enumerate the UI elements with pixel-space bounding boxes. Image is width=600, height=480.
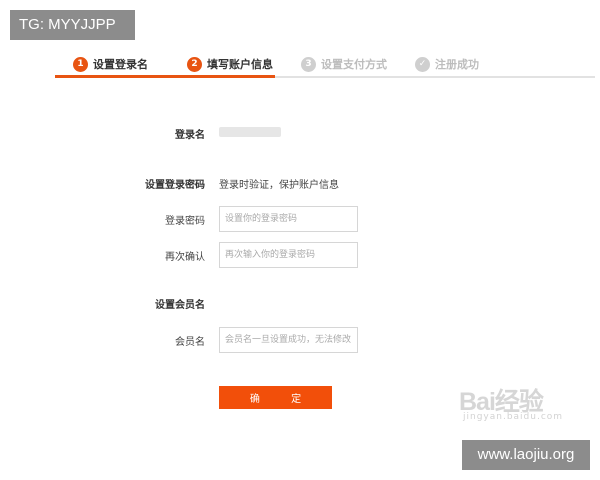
step-number-2: 2 [187, 56, 202, 72]
member-section-label: 设置会员名 [155, 300, 205, 311]
baidu-watermark: Bai经验 jingyan.baidu.com [457, 378, 567, 428]
step-number-1: 1 [73, 56, 88, 72]
member-name-input[interactable]: 会员名一旦设置成功，无法修改 [219, 327, 358, 353]
login-name-value-masked [219, 127, 281, 137]
registration-steps: 1 设置登录名 2 填写账户信息 3 设置支付方式 ✓ 注册成功 [55, 49, 595, 79]
member-name-label: 会员名 [175, 337, 205, 348]
confirm-password-input[interactable]: 再次输入你的登录密码 [219, 242, 358, 268]
password-label: 登录密码 [165, 216, 205, 227]
step-register-success: ✓ 注册成功 [415, 52, 479, 76]
baidu-watermark-url: jingyan.baidu.com [463, 412, 564, 422]
step-label: 设置支付方式 [321, 58, 387, 71]
password-section-hint: 登录时验证，保护账户信息 [219, 180, 339, 191]
site-watermark-badge: www.laojiu.org [462, 440, 590, 470]
check-icon: ✓ [415, 56, 430, 72]
step-set-payment: 3 设置支付方式 [301, 52, 387, 76]
step-label: 设置登录名 [93, 58, 148, 71]
password-input[interactable]: 设置你的登录密码 [219, 206, 358, 232]
password-section-label: 设置登录密码 [145, 180, 205, 191]
step-set-login-name: 1 设置登录名 [73, 52, 148, 76]
step-label: 填写账户信息 [207, 58, 273, 71]
confirm-button[interactable]: 确 定 [219, 386, 332, 409]
overlay-tag: TG: MYYJJPP [10, 10, 135, 40]
step-label: 注册成功 [435, 58, 479, 71]
confirm-password-label: 再次确认 [165, 252, 205, 263]
step-fill-account-info: 2 填写账户信息 [187, 52, 273, 76]
step-number-3: 3 [301, 56, 316, 72]
login-name-label: 登录名 [175, 130, 205, 141]
